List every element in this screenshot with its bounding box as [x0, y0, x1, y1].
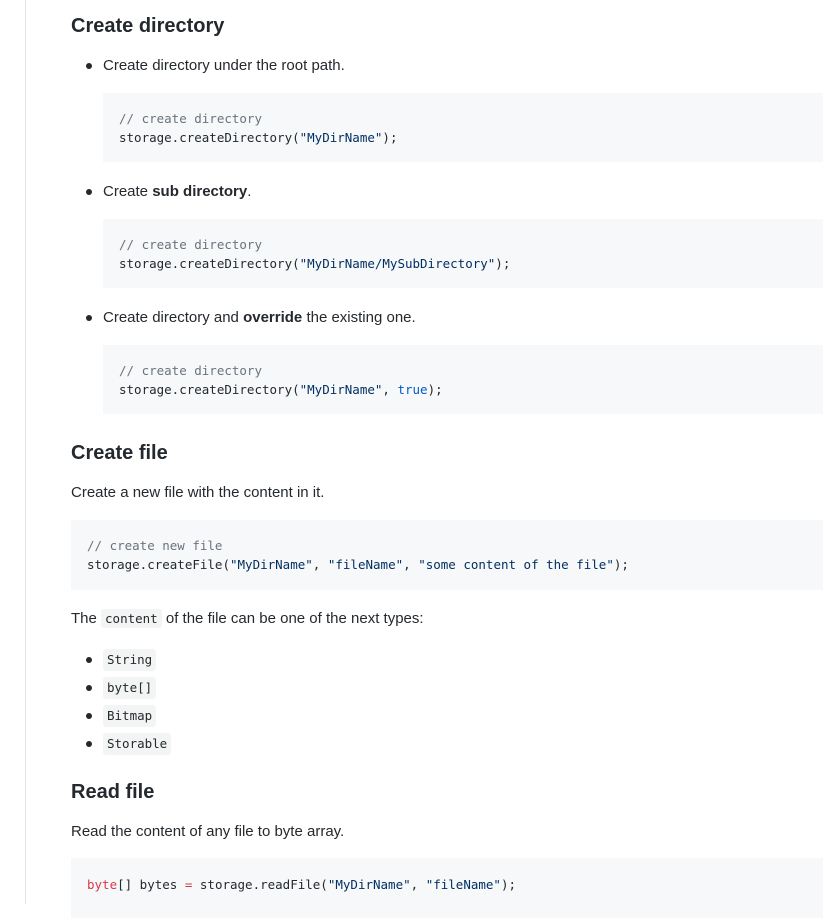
text-span: The: [71, 610, 102, 627]
code-string: "MyDirName": [230, 557, 313, 572]
code-punct: ,: [403, 557, 419, 572]
read-file-description: Read the content of any file to byte arr…: [71, 823, 345, 840]
left-border-rule: [25, 0, 26, 904]
code-punct: ,: [410, 877, 426, 892]
code-comment: // create new file: [87, 538, 223, 553]
code-punct: );: [382, 130, 398, 145]
code-comment: // create directory: [119, 237, 262, 252]
bold-text: override: [243, 309, 303, 326]
code-punct: );: [500, 877, 517, 892]
code-punct: [] bytes: [117, 877, 185, 892]
code-call: storage.readFile(: [192, 877, 328, 892]
bullet-icon: [86, 741, 92, 747]
code-punct: ,: [312, 557, 328, 572]
text-span: .: [247, 183, 252, 200]
inline-code: Storable: [103, 733, 172, 755]
heading-create-file: Create file: [71, 442, 168, 464]
code-call: storage.createFile(: [87, 557, 230, 572]
inline-code: Bitmap: [103, 705, 157, 727]
code-punct: );: [613, 557, 629, 572]
code-string: "fileName": [327, 557, 404, 572]
bullet-icon: [86, 189, 92, 195]
code-block-create-subdirectory: // create directory storage.createDirecto…: [103, 219, 823, 288]
inline-code: byte[]: [103, 677, 157, 699]
bullet-icon: [86, 685, 92, 691]
code-punct: );: [495, 256, 511, 271]
inline-code: String: [103, 649, 157, 671]
bullet-icon: [86, 657, 92, 663]
code-call: storage.createDirectory(: [119, 256, 300, 271]
bullet-icon: [86, 63, 92, 69]
code-type: byte: [87, 877, 118, 892]
list-item-text: Create sub directory.: [103, 182, 251, 202]
code-string: "MyDirName": [299, 130, 383, 145]
code-block-create-directory: // create directory storage.createDirecto…: [103, 93, 823, 162]
heading-create-directory: Create directory: [71, 15, 225, 37]
text-span: Create: [103, 183, 153, 200]
content-types-intro: The content of the file can be one of th…: [71, 609, 424, 629]
text-span: Create directory and: [103, 309, 244, 326]
code-string: "MyDirName": [327, 877, 411, 892]
code-block-create-file: // create new file storage.createFile("My…: [71, 520, 823, 590]
create-file-description: Create a new file with the content in it…: [71, 484, 325, 501]
list-item-text: Create directory under the root path.: [103, 57, 345, 74]
bullet-icon: [86, 713, 92, 719]
code-string: "MyDirName": [299, 382, 383, 397]
heading-read-file: Read file: [71, 781, 155, 803]
code-comment: // create directory: [119, 363, 262, 378]
inline-code: content: [101, 609, 162, 628]
code-string: "some content of the file": [418, 557, 614, 572]
bullet-icon: [86, 315, 92, 321]
text-span: of the file can be one of the next types…: [161, 610, 424, 627]
code-punct: );: [427, 382, 443, 397]
list-item-text: Create directory and override the existi…: [103, 308, 416, 328]
code-comment: // create directory: [119, 111, 262, 126]
code-call: storage.createDirectory(: [119, 382, 300, 397]
code-call: storage.createDirectory(: [119, 130, 300, 145]
code-string: "fileName": [425, 877, 501, 892]
code-keyword: true: [397, 382, 428, 397]
code-string: "MyDirName/MySubDirectory": [299, 256, 496, 271]
code-block-read-file: byte[] bytes = storage.readFile("MyDirNa…: [71, 858, 823, 918]
code-block-create-directory-override: // create directory storage.createDirecto…: [103, 345, 823, 414]
bold-text: sub directory: [152, 183, 248, 200]
text-span: the existing one.: [302, 309, 416, 326]
code-punct: ,: [382, 382, 398, 397]
